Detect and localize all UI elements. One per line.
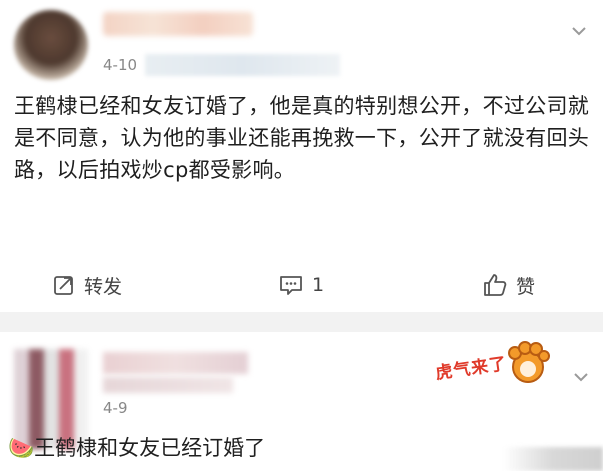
post-divider xyxy=(0,312,603,332)
post-text: 王鹤棣和女友已经订婚了 xyxy=(34,436,266,460)
weibo-post: 4-10 王鹤棣已经和女友订婚了，他是真的特别想公开，不过公司就是不同意，认为他… xyxy=(0,0,603,312)
thumbs-up-icon xyxy=(482,272,508,298)
user-badge-blurred xyxy=(103,377,233,393)
post-source-blurred xyxy=(145,54,340,76)
username-blurred[interactable] xyxy=(103,12,253,36)
chevron-down-icon[interactable] xyxy=(568,20,590,42)
post-date: 4-9 xyxy=(103,399,128,417)
sticker-text: 虎气来了 xyxy=(434,354,509,384)
watermelon-emoji: 🍉 xyxy=(8,436,35,460)
weibo-post: 4-9 虎气来了 🍉王鹤棣和女友已经订婚了 xyxy=(0,332,603,471)
username-blurred[interactable] xyxy=(103,352,248,374)
comment-count: 1 xyxy=(312,274,325,296)
avatar[interactable] xyxy=(14,10,88,80)
comment-button[interactable]: 1 xyxy=(278,270,324,300)
post-text: 王鹤棣已经和女友订婚了，他是真的特别想公开，不过公司就是不同意，认为他的事业还能… xyxy=(14,94,590,182)
tiger-paw-icon xyxy=(505,340,551,386)
post-date: 4-10 xyxy=(103,56,138,74)
watermark-blurred xyxy=(503,447,603,471)
like-button[interactable]: 赞 xyxy=(482,270,535,300)
chevron-down-icon[interactable] xyxy=(570,366,592,388)
action-bar: 转发 1 赞 xyxy=(0,262,603,310)
card-sticker: 虎气来了 xyxy=(434,338,553,394)
like-label: 赞 xyxy=(516,275,536,298)
repost-button[interactable]: 转发 xyxy=(52,270,122,300)
repost-icon xyxy=(52,273,76,297)
repost-label: 转发 xyxy=(84,275,123,298)
comment-icon xyxy=(278,273,304,297)
post-text-row: 🍉王鹤棣和女友已经订婚了 xyxy=(8,432,488,464)
